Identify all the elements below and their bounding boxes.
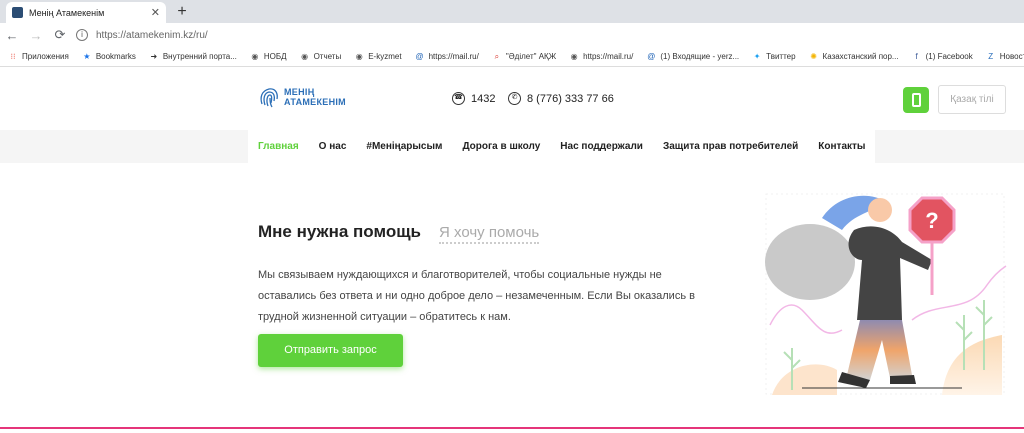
search-icon: ⌕ [494, 51, 500, 61]
headset-icon: ☎ [452, 92, 465, 105]
bookmark-item[interactable]: ◉ НОБД [250, 51, 287, 62]
bookmark-label: Отчеты [313, 52, 342, 61]
browser-tabstrip: Менің Атамекенім ✕ + [0, 0, 1024, 23]
site-favicon-icon [12, 7, 23, 18]
bookmark-label: Новости [999, 52, 1024, 61]
hero-description: Мы связываем нуждающихся и благотворител… [258, 269, 695, 323]
main-navigation: Главная О нас #Менiңарысым Дорога в школу На… [0, 130, 1024, 163]
logo-line-1: МЕНІҢ [284, 87, 315, 97]
nav-item[interactable]: Контакты [808, 130, 876, 163]
back-arrow-icon[interactable]: ← [0, 28, 24, 43]
face-shape [868, 198, 892, 222]
globe-icon: ◉ [301, 51, 309, 61]
hotline-contact[interactable]: ☎ 1432 [452, 92, 495, 105]
hero-illustration: ? [765, 193, 1007, 395]
nav-item[interactable]: Главная [248, 130, 309, 163]
sun-icon: ✺ [810, 51, 817, 61]
new-tab-icon[interactable]: + [172, 2, 192, 22]
mobile-version-button[interactable] [903, 87, 929, 113]
mail-icon: @ [415, 51, 424, 61]
globe-icon: ◉ [251, 51, 259, 61]
bookmark-label: "Әділет" АҚЖ [505, 52, 557, 61]
bookmark-item[interactable]: ◉ https://mail.ru/ [569, 51, 634, 62]
need-help-tab[interactable]: Мне нужна помощь [258, 222, 421, 242]
apps-grid-icon: ⁝⁝ [10, 51, 16, 61]
nav-item[interactable]: О нас [308, 130, 357, 163]
bookmark-item[interactable]: @ (1) Входящие - yerz... [646, 52, 739, 62]
language-switch-button[interactable]: Қазақ тілі [938, 85, 1006, 114]
balloon-shape [765, 224, 855, 300]
portal-icon: ➜ [150, 51, 158, 61]
bookmark-item[interactable]: ⁝⁝ Приложения [8, 51, 69, 62]
browser-toolbar: ← → ⟳ i https://atamekenim.kz/ru/ [0, 23, 1024, 47]
nav-list: Главная О нас #Менiңарысым Дорога в школу На… [248, 130, 876, 163]
question-mark-icon: ? [925, 208, 938, 233]
bookmark-item[interactable]: ◉ E-kyzmet [354, 51, 402, 62]
bookmarks-bar: ⁝⁝ Приложения ★ Bookmarks ➜ Внутренний порта.… [0, 47, 1024, 67]
bookmark-label: https://mail.ru/ [428, 52, 479, 61]
bookmark-item[interactable]: f (1) Facebook [912, 51, 973, 62]
whatsapp-icon: ✆ [508, 92, 521, 105]
nav-item[interactable]: Защита прав потребителей [652, 130, 809, 163]
nav-item[interactable]: #Менiңарысым [356, 130, 453, 163]
nav-item[interactable]: Дорога в школу [452, 130, 551, 163]
bookmark-item[interactable]: Z Новости [986, 52, 1024, 62]
bookmark-item[interactable]: ◉ Отчеты [300, 51, 342, 62]
bookmark-item[interactable]: ✦ Твиттер [752, 51, 796, 62]
hotline-number: 1432 [471, 92, 496, 105]
bookmark-label: НОБД [263, 52, 287, 61]
bookmark-item[interactable]: ✺ Казахстанский пор... [809, 51, 899, 62]
nav-item[interactable]: Нас поддержали [550, 130, 653, 163]
bottom-accent-line [0, 427, 1024, 429]
bookmark-item[interactable]: ⌕ "Әділет" АҚЖ [492, 51, 557, 62]
bookmark-label: Приложения [22, 52, 69, 61]
bookmark-label: (1) Входящие - yerz... [660, 52, 740, 61]
bookmark-item[interactable]: ➜ Внутренний порта... [149, 51, 237, 62]
send-request-button[interactable]: Отправить запрос [258, 334, 403, 367]
whatsapp-contact[interactable]: ✆ 8 (776) 333 77 66 [508, 92, 614, 105]
globe-icon: ◉ [355, 51, 363, 61]
address-bar[interactable]: i https://atamekenim.kz/ru/ [76, 26, 1016, 44]
site-info-icon[interactable]: i [76, 29, 88, 41]
browser-tab[interactable]: Менің Атамекенім ✕ [6, 2, 166, 23]
site-logo[interactable]: МЕНІҢ АТАМЕКЕНІМ [258, 84, 346, 110]
forward-arrow-icon[interactable]: → [24, 28, 48, 43]
news-icon: Z [988, 51, 994, 61]
tab-close-icon[interactable]: ✕ [151, 6, 160, 19]
want-to-help-tab[interactable]: Я хочу помочь [439, 224, 540, 244]
bookmark-label: E-kyzmet [368, 52, 402, 61]
bookmark-label: (1) Facebook [925, 52, 973, 61]
tab-title: Менің Атамекенім [29, 7, 105, 18]
fingerprint-logo-icon [260, 88, 278, 108]
bookmark-item[interactable]: ★ Bookmarks [82, 52, 136, 62]
star-icon: ★ [83, 51, 91, 61]
reload-icon[interactable]: ⟳ [48, 27, 72, 43]
hero-toggle: Мне нужна помощь Я хочу помочь [258, 222, 540, 244]
site-header: МЕНІҢ АТАМЕКЕНІМ ☎ 1432 ✆ 8 (776) 333 77… [0, 68, 1024, 130]
whatsapp-number: 8 (776) 333 77 66 [527, 92, 614, 105]
bookmark-item[interactable]: @ https://mail.ru/ [415, 52, 479, 62]
smartphone-icon [912, 93, 921, 107]
twitter-icon: ✦ [753, 51, 761, 61]
logo-line-2: АТАМЕКЕНІМ [284, 97, 346, 107]
bookmark-label: https://mail.ru/ [583, 52, 634, 61]
globe-icon: ◉ [570, 51, 578, 61]
bookmark-label: Bookmarks [95, 52, 136, 61]
facebook-icon: f [915, 51, 918, 61]
bookmark-label: Внутренний порта... [162, 52, 237, 61]
bookmark-label: Казахстанский пор... [822, 52, 899, 61]
mail-icon: @ [647, 51, 656, 61]
url-text: https://atamekenim.kz/ru/ [96, 29, 208, 41]
bookmark-label: Твиттер [766, 52, 796, 61]
